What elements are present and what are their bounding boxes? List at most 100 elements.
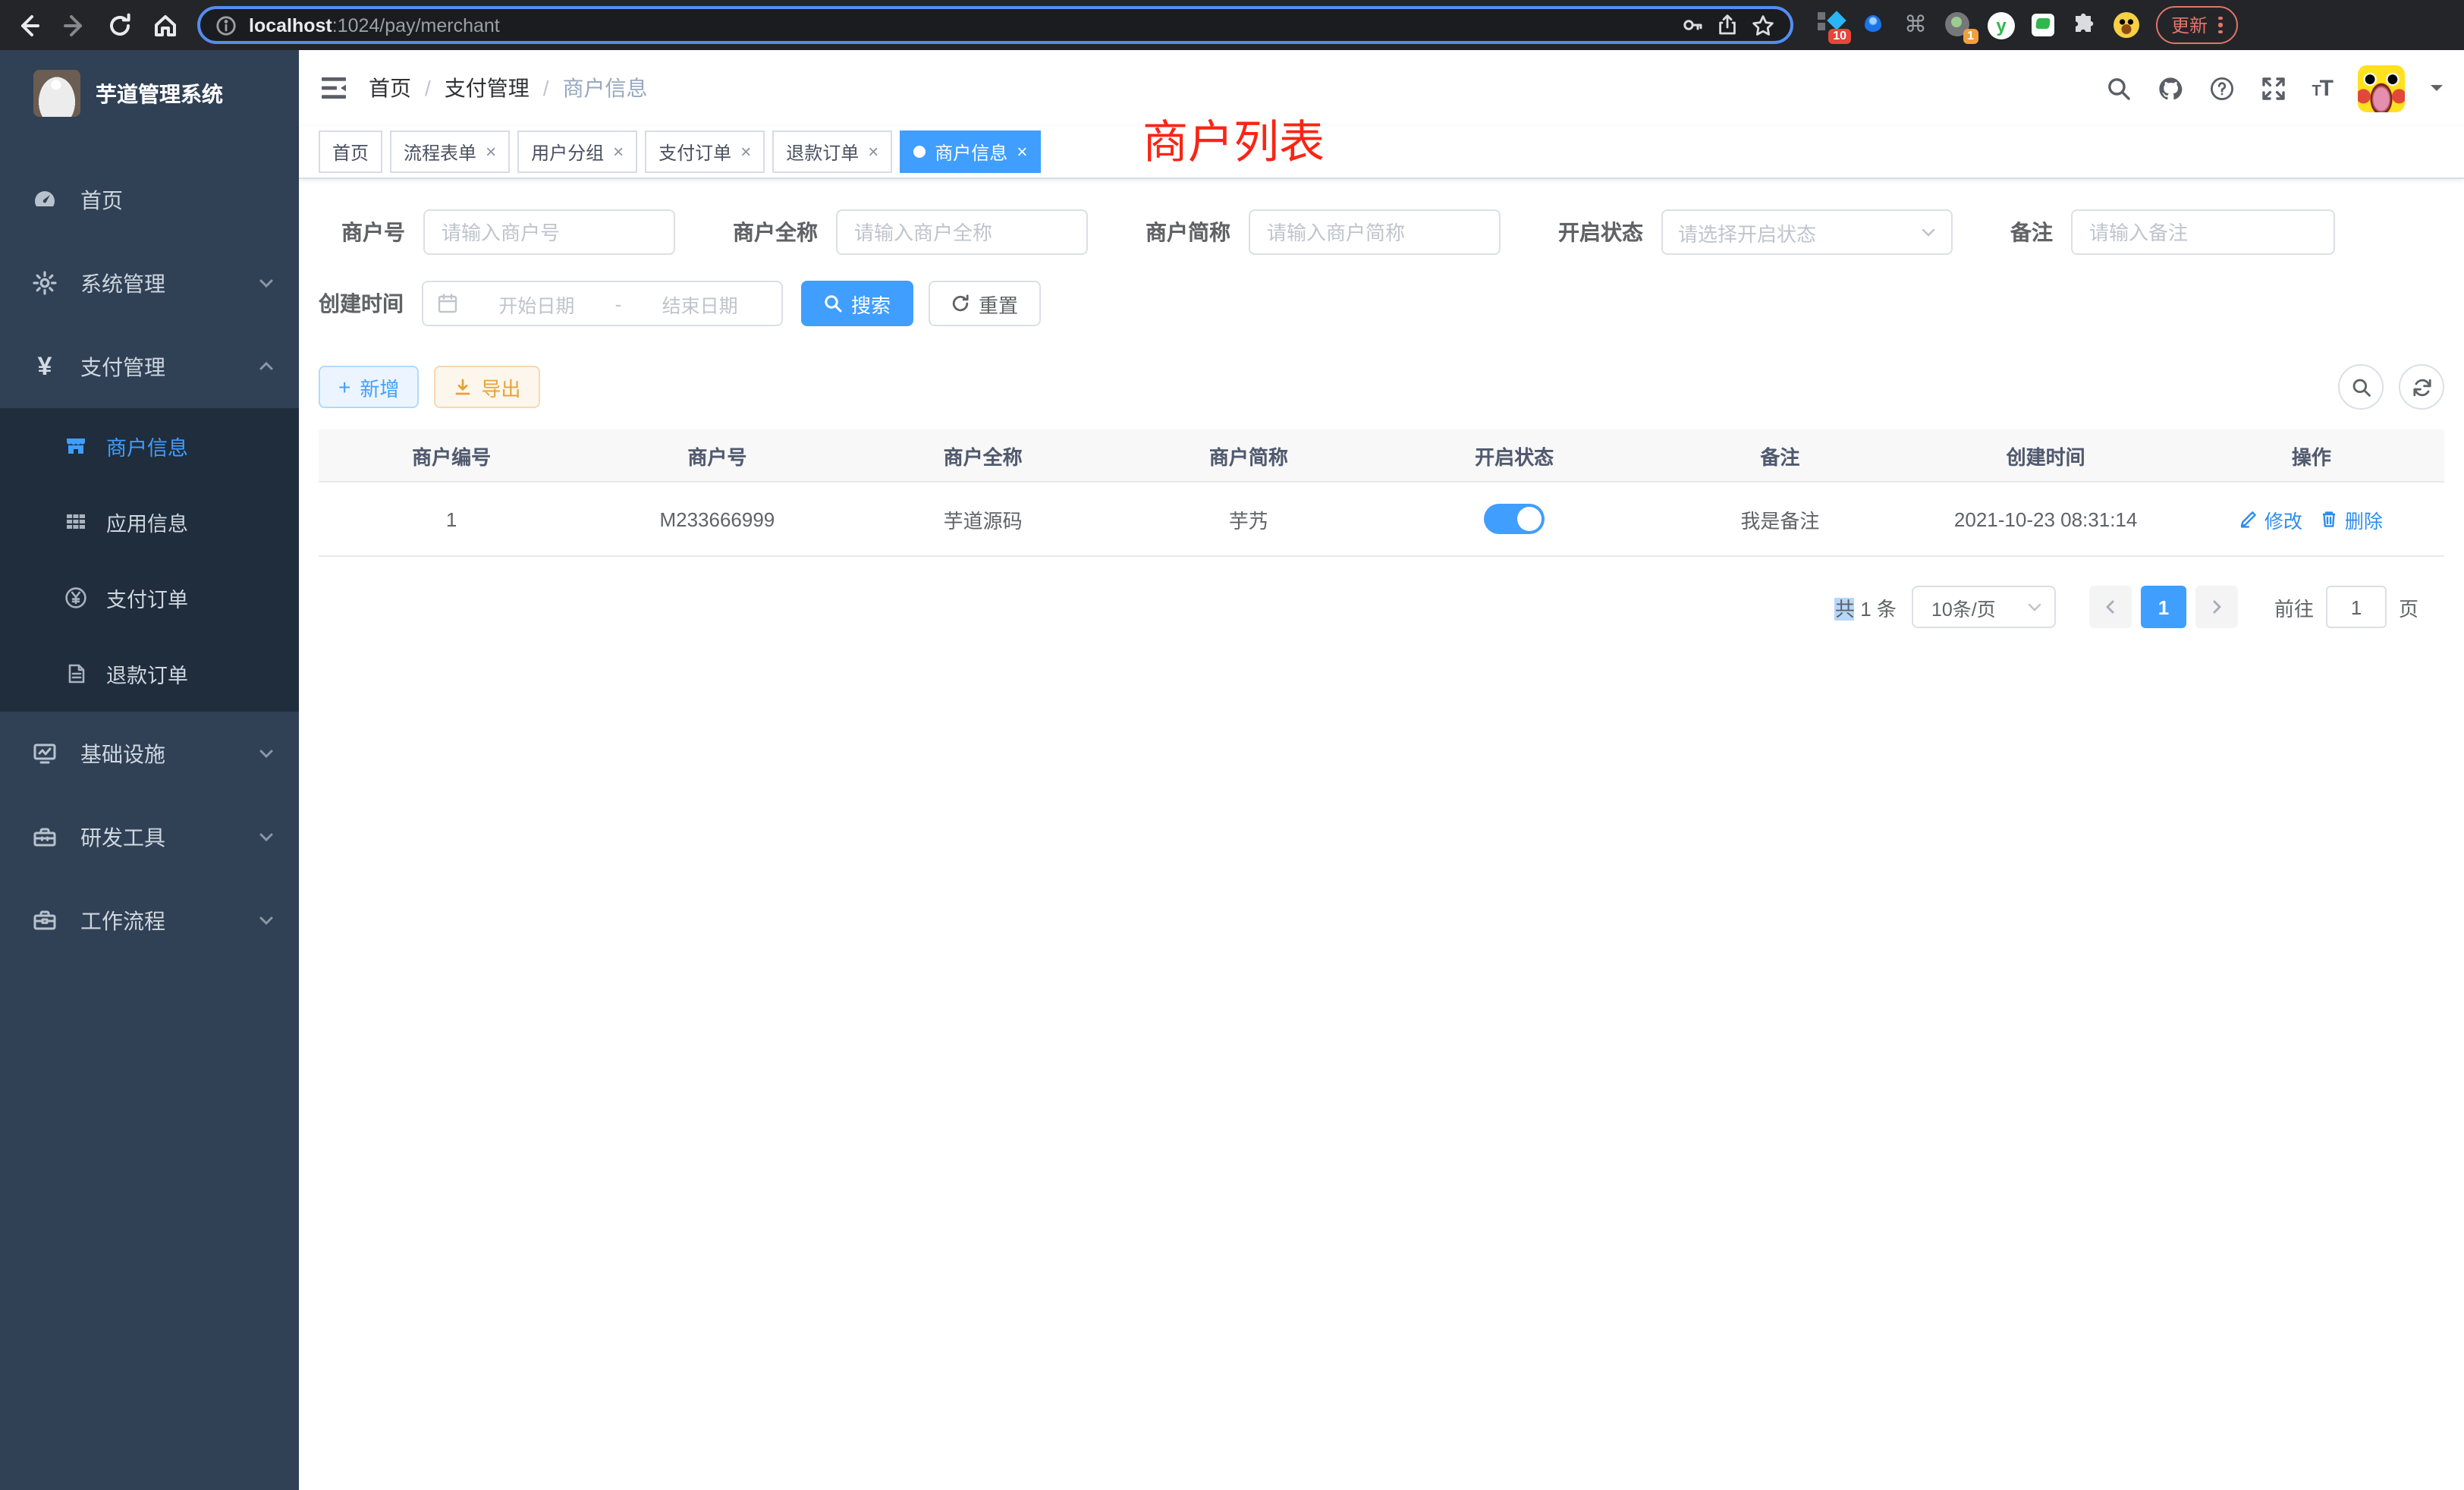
- monitor-icon: [32, 740, 58, 766]
- sidebar-item-system[interactable]: 系统管理: [0, 241, 299, 325]
- table-mini-actions: [2338, 364, 2444, 410]
- browser-menu-update-button[interactable]: 更新: [2156, 6, 2237, 44]
- breadcrumb-home[interactable]: 首页: [369, 73, 411, 103]
- merchant-name-input[interactable]: [836, 209, 1088, 255]
- user-avatar[interactable]: [2358, 64, 2405, 112]
- screen: localhost:1024/pay/merchant 10 ⌘ 1 y 更新: [0, 0, 2464, 1490]
- github-icon[interactable]: [2157, 75, 2183, 101]
- sidebar-item-label: 工作流程: [80, 905, 235, 935]
- search-icon[interactable]: [2105, 75, 2131, 101]
- password-key-icon[interactable]: [1681, 14, 1704, 36]
- filter-merchant-name: 商户全称: [733, 209, 1088, 255]
- field-label: 商户号: [341, 217, 405, 247]
- column-header: 商户编号: [319, 429, 584, 481]
- share-icon[interactable]: [1716, 14, 1739, 36]
- status-select[interactable]: 请选择开启状态: [1661, 209, 1953, 255]
- chevron-right-icon: [2209, 599, 2224, 615]
- field-label: 商户简称: [1146, 217, 1230, 247]
- prev-page-button[interactable]: [2089, 586, 2132, 628]
- merchant-no-input[interactable]: [423, 209, 675, 255]
- sidebar-item-label: 首页: [80, 184, 275, 215]
- forward-icon[interactable]: [61, 11, 88, 39]
- sidebar-collapse-icon[interactable]: [320, 76, 347, 100]
- close-icon[interactable]: ×: [740, 141, 751, 162]
- extension-pin-icon[interactable]: [1860, 12, 1886, 38]
- extension-area: 10 ⌘ 1 y 更新: [1818, 6, 2237, 44]
- extension-y-icon[interactable]: y: [1988, 11, 2015, 39]
- status-toggle[interactable]: [1484, 504, 1545, 534]
- filter-status: 开启状态 请选择开启状态: [1558, 209, 1953, 255]
- page-number-1[interactable]: 1: [2141, 586, 2186, 628]
- tab-process-form[interactable]: 流程表单×: [390, 130, 510, 173]
- tab-label: 支付订单: [658, 139, 731, 165]
- cell-merchant-no: M233666999: [584, 483, 850, 555]
- page-size-select[interactable]: 10条/页: [1912, 586, 2056, 628]
- sidebar-item-merchant-info[interactable]: 商户信息: [0, 408, 299, 484]
- font-size-icon[interactable]: TT: [2312, 75, 2332, 101]
- sidebar-item-home[interactable]: 首页: [0, 158, 299, 241]
- tab-label: 退款订单: [786, 139, 859, 165]
- tab-merchant-info[interactable]: 商户信息×: [900, 130, 1041, 173]
- tab-refund-order[interactable]: 退款订单 ×: [772, 130, 892, 173]
- sidebar-item-app-info[interactable]: 应用信息: [0, 484, 299, 560]
- tab-pay-order[interactable]: 支付订单 ×: [645, 130, 765, 173]
- avatar-caret-icon[interactable]: [2431, 85, 2443, 97]
- remark-input[interactable]: [2071, 209, 2335, 255]
- merchant-short-input[interactable]: [1249, 209, 1501, 255]
- tab-home[interactable]: 首页: [319, 130, 382, 173]
- profile-avatar[interactable]: [2114, 12, 2139, 38]
- calendar-icon: [437, 293, 458, 314]
- extension-command-icon[interactable]: ⌘: [1903, 12, 1928, 38]
- cell-merchant-id: 1: [319, 483, 584, 555]
- close-icon[interactable]: ×: [613, 141, 624, 162]
- tags-view-bar: 首页 流程表单× 用户分组× 支付订单 × 退款订单 × 商户信息×: [299, 126, 2464, 179]
- sidebar-item-pay-order[interactable]: 支付订单: [0, 560, 299, 636]
- toolbox-icon: [32, 824, 58, 850]
- extension-tampermonkey-icon[interactable]: 10: [1818, 12, 1843, 38]
- back-icon[interactable]: [15, 11, 42, 39]
- breadcrumb: 首页 / 支付管理 / 商户信息: [369, 73, 648, 103]
- plus-icon: +: [338, 376, 350, 398]
- close-icon[interactable]: ×: [486, 141, 496, 162]
- next-page-button[interactable]: [2195, 586, 2238, 628]
- close-icon[interactable]: ×: [868, 141, 878, 162]
- home-icon[interactable]: [152, 11, 179, 39]
- chevron-down-icon: [258, 828, 275, 845]
- edit-link[interactable]: 修改: [2240, 505, 2302, 533]
- fullscreen-icon[interactable]: [2260, 75, 2286, 101]
- refresh-table-button[interactable]: [2399, 364, 2444, 410]
- address-bar[interactable]: localhost:1024/pay/merchant: [197, 6, 1793, 44]
- export-button[interactable]: 导出: [434, 366, 540, 408]
- breadcrumb-pay[interactable]: 支付管理: [445, 73, 530, 103]
- bookmark-star-icon[interactable]: [1751, 13, 1775, 37]
- add-button[interactable]: + 新增: [319, 366, 419, 408]
- sidebar-item-devtools[interactable]: 研发工具: [0, 795, 299, 879]
- sidebar-item-infra[interactable]: 基础设施: [0, 712, 299, 795]
- reload-icon[interactable]: [106, 11, 134, 39]
- extensions-puzzle-icon[interactable]: [2071, 12, 2097, 38]
- sidebar-item-label: 应用信息: [106, 507, 188, 537]
- extension-proxy-icon[interactable]: 1: [1945, 12, 1971, 38]
- button-label: 重置: [979, 289, 1018, 318]
- reset-button[interactable]: 重置: [929, 281, 1041, 326]
- sidebar-item-workflow[interactable]: 工作流程: [0, 879, 299, 962]
- selected-text: 共: [1835, 597, 1855, 620]
- extension-chat-icon[interactable]: [2032, 14, 2054, 36]
- tab-user-group[interactable]: 用户分组×: [517, 130, 637, 173]
- help-icon[interactable]: [2208, 75, 2234, 101]
- sidebar-item-refund-order[interactable]: 退款订单: [0, 636, 299, 712]
- delete-link[interactable]: 删除: [2321, 505, 2383, 533]
- toggle-search-button[interactable]: [2338, 364, 2384, 410]
- goto-page-input[interactable]: [2326, 586, 2387, 628]
- trash-icon: [2321, 510, 2339, 528]
- chevron-down-icon: [1921, 225, 1936, 240]
- site-info-icon[interactable]: [215, 14, 237, 36]
- sidebar-item-label: 支付订单: [106, 583, 188, 613]
- pay-submenu: 商户信息 应用信息 支付订单 退款订单: [0, 408, 299, 712]
- app-logo-row[interactable]: 芋道管理系统: [0, 50, 299, 137]
- sidebar-item-pay[interactable]: ¥ 支付管理: [0, 325, 299, 408]
- search-button[interactable]: 搜索: [801, 281, 913, 326]
- download-icon: [454, 378, 472, 396]
- create-time-range-picker[interactable]: 开始日期 - 结束日期: [422, 281, 783, 326]
- close-icon[interactable]: ×: [1017, 141, 1027, 162]
